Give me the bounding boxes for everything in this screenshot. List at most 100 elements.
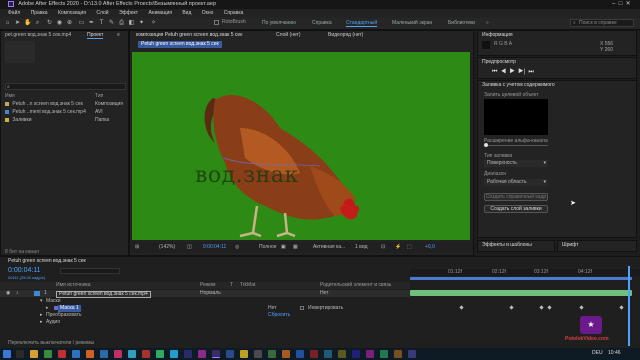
rotate-tool-icon[interactable]: ↻ [46, 20, 53, 27]
menu-help[interactable]: Справка [224, 10, 244, 16]
resolution-dropdown[interactable]: Полное [259, 242, 277, 253]
snapshot-icon[interactable]: ◫ [187, 242, 192, 253]
window-controls[interactable]: – □ ✕ [612, 0, 640, 9]
tab-composition[interactable]: композиция Petuh green screen вод.знак 5… [136, 32, 242, 38]
viewer-timecode[interactable]: 0:00:04:11 [203, 242, 226, 253]
alpha-expansion-slider[interactable] [484, 145, 548, 146]
app-icon[interactable] [198, 350, 206, 358]
keyboard-language[interactable]: DEU [592, 350, 603, 356]
workspace-default[interactable]: По умолчанию [262, 20, 296, 26]
mask-visibility-icon[interactable]: ⬚ [407, 242, 412, 253]
list-item[interactable]: Petuh ..ment вод.знак 5 сек.mp4 AVI [5, 109, 125, 116]
camera-snapshot-icon[interactable]: ◎ [235, 242, 239, 253]
range-dropdown[interactable]: Рабочая область ▾ [484, 179, 548, 186]
slider-handle[interactable] [484, 143, 488, 147]
list-item[interactable]: Заливки Папка [5, 117, 125, 124]
app-icon[interactable] [352, 350, 360, 358]
timeline-search-input[interactable] [60, 268, 120, 274]
app-icon[interactable] [128, 350, 136, 358]
layer-duration-bar[interactable] [410, 290, 632, 296]
transform-row[interactable]: ▸ Преобразовать Сбросить [0, 312, 410, 319]
app-icon[interactable] [72, 350, 80, 358]
app-icon[interactable] [156, 350, 164, 358]
timeline-timecode[interactable]: 0:00:04:11 [8, 267, 41, 274]
maximize-icon[interactable]: □ [619, 1, 623, 7]
bpc-indicator[interactable]: 8 бит на канал [5, 249, 39, 255]
mask-mode-dropdown[interactable]: Нет [268, 305, 277, 312]
explorer-icon[interactable] [30, 350, 38, 358]
rectangle-tool-icon[interactable]: ▭ [78, 20, 85, 27]
app-icon[interactable] [394, 350, 402, 358]
fill-method-dropdown[interactable]: Поверхность ▾ [484, 160, 548, 167]
clock[interactable]: 10:46 [608, 350, 621, 356]
app-icon[interactable] [408, 350, 416, 358]
timeline-tab[interactable]: Petuh green screen вод.знак 5 сек [8, 258, 86, 264]
layer-name[interactable]: Petuh green screen вод.знак 5 сек.mp4 [56, 291, 151, 298]
time-ruler[interactable]: 01:12f 02:12f 03:12f 04:12f [410, 269, 640, 276]
app-icon[interactable] [310, 350, 318, 358]
start-icon[interactable] [3, 350, 11, 358]
menu-effect[interactable]: Эффект [119, 10, 138, 16]
app-icon[interactable] [324, 350, 332, 358]
layer-row[interactable]: ◉ ♪ 1 Petuh green screen вод.знак 5 сек.… [0, 290, 410, 298]
expand-arrow-icon[interactable]: ▸ [40, 319, 43, 326]
region-of-interest-icon[interactable]: ▣ [281, 242, 286, 253]
views-dropdown[interactable]: 1 вид [355, 242, 368, 253]
app-icon[interactable] [366, 350, 374, 358]
menu-layer[interactable]: Слой [96, 10, 108, 16]
work-area-bar[interactable] [410, 277, 632, 280]
menu-file[interactable]: Файл [8, 10, 20, 16]
pen-tool-icon[interactable]: ✒ [88, 20, 95, 27]
column-parent[interactable]: Родительский элемент и связь [320, 282, 391, 289]
selection-tool-icon[interactable]: ➤ [14, 20, 21, 27]
app-icon[interactable] [254, 350, 262, 358]
effects-presets-title[interactable]: Эффекты и шаблоны [478, 241, 554, 249]
workspace-overflow-icon[interactable]: » [486, 20, 489, 26]
playhead[interactable] [628, 266, 630, 346]
menu-window[interactable]: Окно [202, 10, 214, 16]
generate-fill-layer-button[interactable]: Создать слой заливки [484, 205, 548, 213]
tab-layer[interactable]: Слой (нет) [276, 32, 301, 38]
masks-group-row[interactable]: ▾ Маски [0, 298, 410, 305]
exposure-value[interactable]: +0,0 [425, 242, 435, 253]
audio-icon[interactable]: ♪ [16, 290, 19, 297]
panel-menu-icon[interactable]: ≡ [117, 32, 120, 38]
column-trkmat[interactable]: TrkMat [240, 282, 255, 289]
project-search-input[interactable]: ⌕ [5, 83, 126, 90]
help-search-input[interactable]: ⌕ Поиск в справке [570, 19, 634, 27]
app-icon[interactable] [240, 350, 248, 358]
camera-tool-icon[interactable]: ◉ [56, 20, 63, 27]
expand-arrow-icon[interactable]: ▸ [46, 305, 49, 312]
eraser-tool-icon[interactable]: ◧ [128, 20, 135, 27]
menu-view[interactable]: Вид [182, 10, 191, 16]
menu-composition[interactable]: Композиция [58, 10, 86, 16]
app-icon[interactable] [338, 350, 346, 358]
tab-footage[interactable]: Видеоряд (нет) [328, 32, 363, 38]
menu-animation[interactable]: Анимация [148, 10, 171, 16]
hand-tool-icon[interactable]: ✋ [24, 20, 31, 27]
prev-frame-icon[interactable]: ◀ [501, 69, 506, 75]
app-icon[interactable] [44, 350, 52, 358]
magnification-icon[interactable]: ⊞ [135, 242, 139, 253]
column-source-name[interactable]: Имя источника [56, 282, 91, 289]
comp-subtab[interactable]: Petuh green screen вод.знак 5 сек [138, 41, 222, 48]
app-icon[interactable] [282, 350, 290, 358]
brush-tool-icon[interactable]: ✎ [108, 20, 115, 27]
minimize-icon[interactable]: – [612, 1, 615, 7]
app-icon[interactable] [58, 350, 66, 358]
parent-dropdown[interactable]: Нет [320, 290, 329, 297]
pan-behind-tool-icon[interactable]: ⊕ [66, 20, 73, 27]
tab-project[interactable]: Проект [87, 32, 104, 39]
app-icon[interactable] [380, 350, 388, 358]
last-frame-icon[interactable]: ⏭ [528, 69, 533, 75]
toggle-switches-modes[interactable]: Переключить выключатели / режимы [8, 340, 94, 346]
clone-stamp-tool-icon[interactable]: ⎙ [118, 20, 125, 27]
toggle-pixel-aspect-icon[interactable]: ⊡ [381, 242, 385, 253]
column-name[interactable]: Имя [5, 93, 15, 99]
first-frame-icon[interactable]: ⏮ [492, 69, 497, 75]
camera-dropdown[interactable]: Активная ка... [313, 242, 345, 253]
app-icon[interactable] [142, 350, 150, 358]
transparency-grid-icon[interactable]: ▦ [293, 242, 298, 253]
column-mode[interactable]: Режим [200, 282, 215, 289]
mask-name[interactable]: Маска 1 [58, 305, 81, 312]
